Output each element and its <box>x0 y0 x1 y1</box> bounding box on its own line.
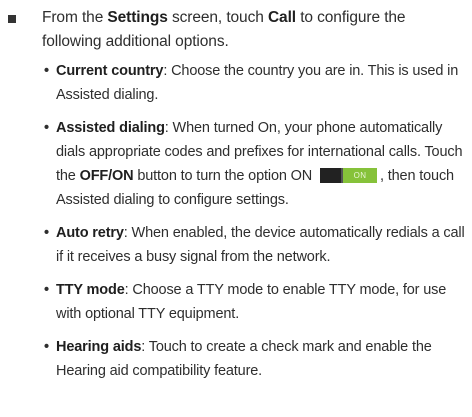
square-bullet-icon <box>8 15 16 23</box>
option-auto-retry: • Auto retry: When enabled, the device au… <box>44 221 466 269</box>
option-term: TTY mode <box>56 282 125 298</box>
option-term: Auto retry <box>56 225 124 241</box>
option-term: Hearing aids <box>56 339 142 355</box>
bullet-dot-icon: • <box>44 339 49 355</box>
bullet-dot-icon: • <box>44 120 49 136</box>
off-on-button-label: OFF/ON <box>79 168 134 184</box>
option-tty-mode: • TTY mode: Choose a TTY mode to enable T… <box>44 278 466 326</box>
on-toggle-icon: ON <box>319 168 377 183</box>
instruction-text: From the Settings screen, touch Call to … <box>42 9 406 50</box>
manual-page: From the Settings screen, touch Call to … <box>0 0 472 417</box>
option-term: Assisted dialing <box>56 120 165 136</box>
option-current-country: • Current country: Choose the country you… <box>44 59 466 107</box>
option-list: • Current country: Choose the country you… <box>0 59 472 383</box>
toggle-on-label: ON <box>342 168 377 183</box>
bullet-dot-icon: • <box>44 225 49 241</box>
bullet-dot-icon: • <box>44 63 49 79</box>
bullet-dot-icon: • <box>44 282 49 298</box>
instruction-item: From the Settings screen, touch Call to … <box>0 6 472 392</box>
option-hearing-aids: • Hearing aids: Touch to create a check m… <box>44 335 466 383</box>
option-term: Current country <box>56 63 164 79</box>
settings-term: Settings <box>107 9 168 26</box>
option-assisted-dialing: • Assisted dialing: When turned On, your … <box>44 116 466 212</box>
call-term: Call <box>267 9 296 26</box>
